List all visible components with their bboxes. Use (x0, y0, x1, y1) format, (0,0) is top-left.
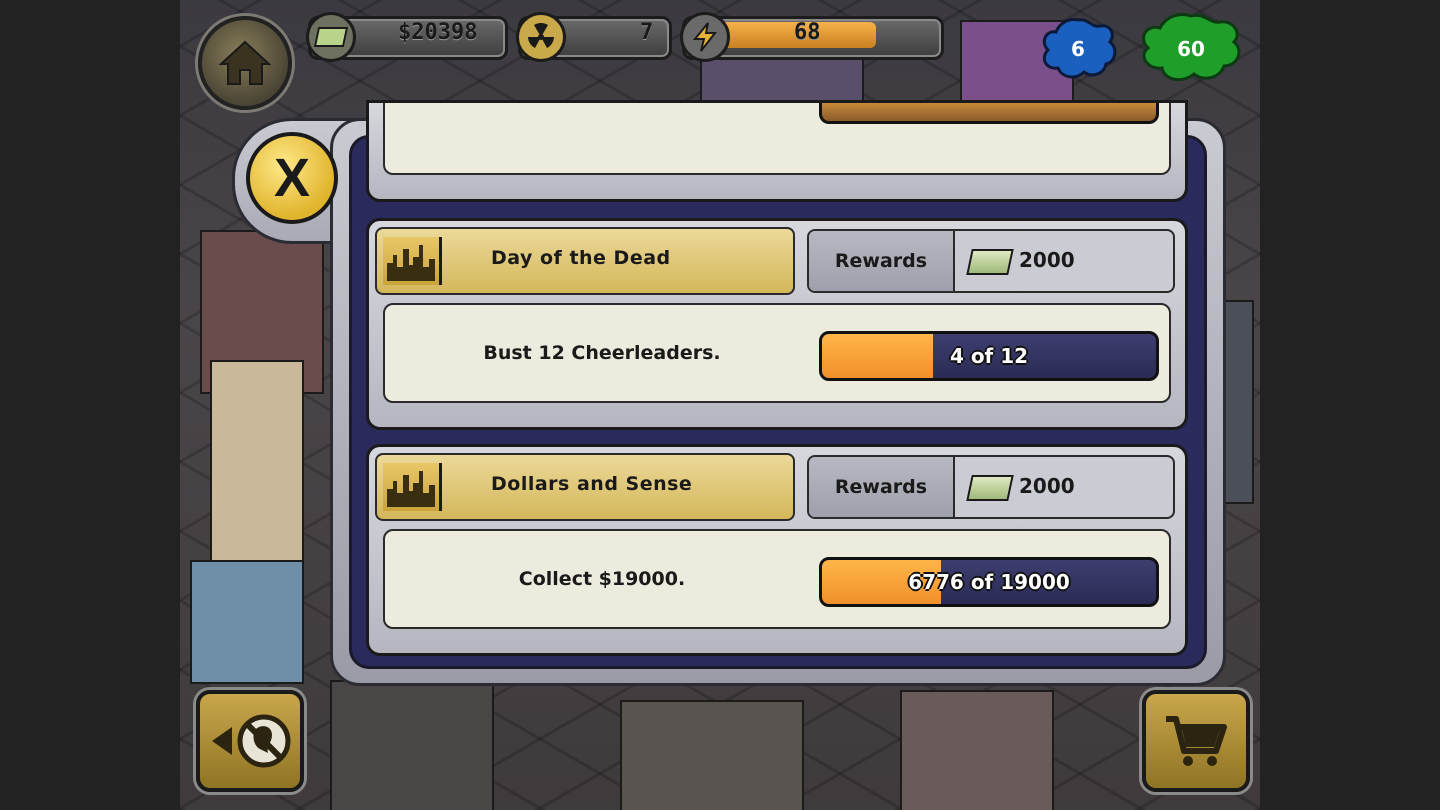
cash-icon (306, 12, 356, 62)
cash-icon (966, 475, 1014, 501)
rewards-box: Rewards 2000 (807, 229, 1175, 293)
building (330, 680, 494, 810)
progress-text: 4 of 12 (949, 344, 1029, 368)
building (210, 360, 304, 584)
home-icon (219, 40, 271, 85)
progress-bar (819, 103, 1159, 124)
mission-title-banner: Day of the Dead (375, 227, 795, 295)
close-button[interactable]: X (246, 132, 338, 224)
close-icon: X (273, 148, 311, 208)
progress-text: 6776 of 19000 (908, 570, 1070, 594)
mission-card-partial (366, 100, 1188, 202)
lightning-icon (680, 12, 730, 62)
mission-card: Day of the Dead Rewards 2000 Bust 12 Che… (366, 218, 1188, 430)
cash-icon (966, 249, 1014, 275)
mission-card-body (383, 103, 1171, 175)
rewards-box: Rewards 2000 (807, 455, 1175, 519)
radiation-value: 7 (640, 20, 654, 45)
mission-task: Collect $19000. (518, 568, 686, 590)
rewards-label: Rewards (809, 231, 955, 291)
blue-slime-counter: 6 (1036, 16, 1120, 82)
reward-value: 2000 (1019, 248, 1075, 272)
progress-bar: 6776 of 19000 (819, 557, 1159, 607)
home-button[interactable] (198, 16, 292, 110)
mission-card: Dollars and Sense Rewards 2000 Collect $… (366, 444, 1188, 656)
mission-body: Bust 12 Cheerleaders. 4 of 12 (383, 303, 1171, 403)
city-skyline-icon (383, 463, 442, 511)
rewards-label: Rewards (809, 457, 955, 517)
building (620, 700, 804, 810)
mission-task: Bust 12 Cheerleaders. (483, 342, 721, 364)
building (190, 560, 304, 684)
money-value: $20398 (398, 20, 478, 45)
progress-bar: 4 of 12 (819, 331, 1159, 381)
building (900, 690, 1054, 810)
ghostbusters-back-icon (212, 714, 291, 768)
energy-value: 68 (794, 20, 821, 45)
blue-slime-value: 6 (1071, 37, 1085, 61)
city-skyline-icon (383, 237, 442, 285)
shopping-cart-icon (1166, 716, 1227, 766)
green-slime-counter: 60 (1136, 12, 1246, 86)
ghostbusters-back-button[interactable] (196, 690, 304, 792)
reward-value: 2000 (1019, 474, 1075, 498)
radiation-icon (516, 12, 566, 62)
mission-title: Dollars and Sense (491, 473, 693, 495)
mission-title: Day of the Dead (491, 247, 671, 269)
mission-title-banner: Dollars and Sense (375, 453, 795, 521)
shop-button[interactable] (1142, 690, 1250, 792)
mission-body: Collect $19000. 6776 of 19000 (383, 529, 1171, 629)
green-slime-value: 60 (1177, 37, 1205, 61)
